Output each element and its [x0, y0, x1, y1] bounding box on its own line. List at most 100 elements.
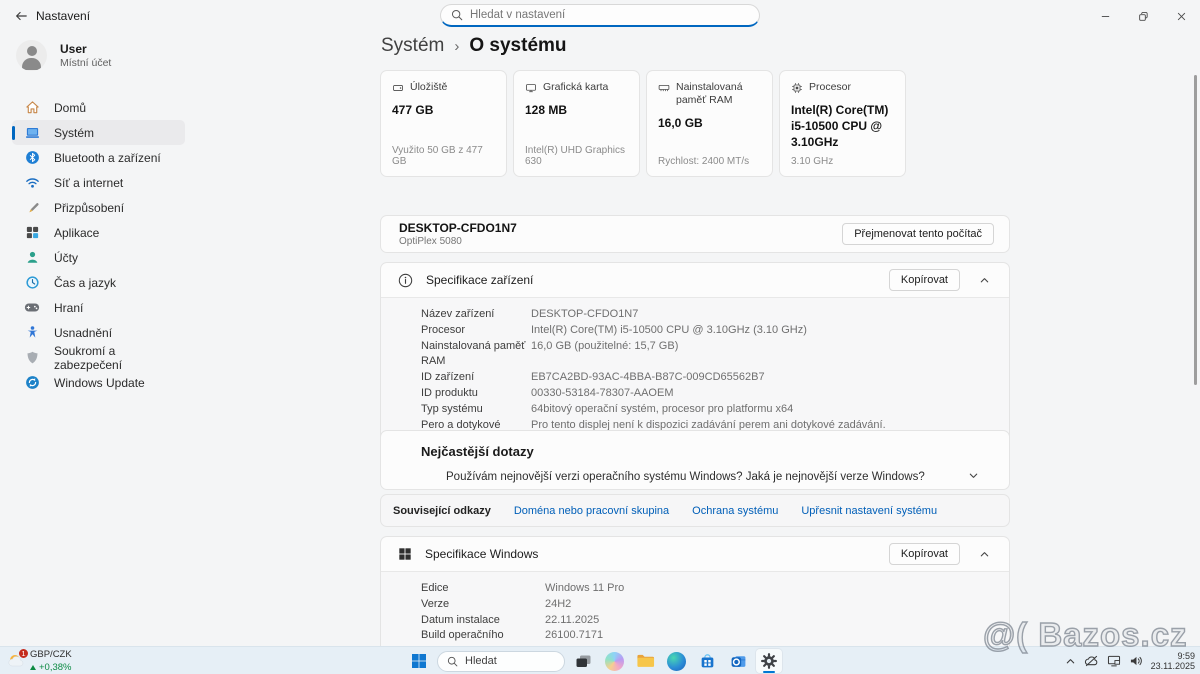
file-explorer-button[interactable]: [632, 649, 658, 673]
taskbar-search[interactable]: Hledat: [437, 651, 565, 672]
scrollbar[interactable]: [1194, 75, 1197, 385]
speaker-icon[interactable]: [1129, 655, 1143, 667]
spec-row: Název zařízeníDESKTOP-CFDO1N7: [381, 307, 1009, 323]
info-icon: [398, 273, 413, 288]
link-advanced-system-settings[interactable]: Upřesnit nastavení systému: [801, 505, 937, 517]
sidebar-item-time-language[interactable]: Čas a jazyk: [0, 270, 185, 295]
taskbar: 1 GBP/CZK +0,38% Hledat: [0, 646, 1200, 674]
card-detail: Využito 50 GB z 477 GB: [392, 145, 495, 167]
minimize-button[interactable]: [1086, 0, 1124, 32]
home-icon: [24, 100, 40, 116]
task-view-button[interactable]: [570, 649, 596, 673]
card-title: Procesor: [809, 81, 851, 94]
hidden-icons-button[interactable]: [1065, 656, 1076, 667]
close-button[interactable]: [1162, 0, 1200, 32]
gpu-card[interactable]: Grafická karta 128 MB Intel(R) UHD Graph…: [513, 70, 640, 177]
chevron-up-icon: [1065, 656, 1076, 667]
store-button[interactable]: [694, 649, 720, 673]
spec-value: 16,0 GB (použitelné: 15,7 GB): [531, 339, 1009, 371]
currency-pair: GBP/CZK: [30, 649, 72, 660]
sidebar-item-accessibility[interactable]: Usnadnění: [0, 320, 185, 345]
sidebar-item-personalization[interactable]: Přizpůsobení: [0, 195, 185, 220]
user-card[interactable]: User Místní účet: [16, 40, 370, 71]
widgets-button[interactable]: 1 GBP/CZK +0,38%: [6, 648, 72, 673]
storage-card[interactable]: Úložiště 477 GB Využito 50 GB z 477 GB: [380, 70, 507, 177]
sidebar-item-bluetooth-devices[interactable]: Bluetooth a zařízení: [0, 145, 185, 170]
windows-specs-header[interactable]: Specifikace Windows Kopírovat: [381, 537, 1009, 571]
titlebar: Nastavení: [0, 0, 1200, 32]
rename-pc-button[interactable]: Přejmenovat tento počítač: [842, 223, 994, 245]
settings-app-button[interactable]: [756, 649, 782, 673]
copy-windows-specs-button[interactable]: Kopírovat: [889, 543, 960, 565]
clock-date: 23.11.2025: [1151, 661, 1195, 672]
settings-search[interactable]: [440, 4, 760, 27]
store-icon: [699, 653, 716, 670]
sidebar-nav: Domů Systém Bluetooth a zařízení Síť a i…: [0, 95, 185, 395]
sidebar-item-privacy-security[interactable]: Soukromí a zabezpečení: [0, 345, 185, 370]
copilot-button[interactable]: [601, 649, 627, 673]
spec-label: ID produktu: [421, 386, 531, 402]
spec-value: 24H2: [545, 597, 1009, 613]
chevron-up-icon[interactable]: [973, 549, 995, 560]
sidebar-item-accounts[interactable]: Účty: [0, 245, 185, 270]
spec-row: Nainstalovaná paměť RAM16,0 GB (použitel…: [381, 339, 1009, 371]
clock[interactable]: 9:59 23.11.2025: [1151, 651, 1195, 672]
spec-label: Název zařízení: [421, 307, 531, 323]
window-controls: [1086, 0, 1200, 32]
spec-row: ID zařízeníEB7CA2BD-93AC-4BBA-B87C-009CD…: [381, 370, 1009, 386]
wifi-icon: [24, 175, 40, 191]
clock-time: 9:59: [1151, 651, 1195, 662]
accessibility-icon: [24, 325, 40, 341]
related-links-label: Související odkazy: [393, 505, 491, 517]
sidebar-item-label: Přizpůsobení: [54, 201, 124, 215]
spec-value: 22.11.2025: [545, 613, 1009, 629]
back-button[interactable]: [10, 6, 32, 26]
copy-device-specs-button[interactable]: Kopírovat: [889, 269, 960, 291]
link-domain-workgroup[interactable]: Doména nebo pracovní skupina: [514, 505, 669, 517]
sidebar-item-windows-update[interactable]: Windows Update: [0, 370, 185, 395]
faq-section: Nejčastější dotazy Používám nejnovější v…: [380, 430, 1010, 490]
link-system-protection[interactable]: Ochrana systému: [692, 505, 778, 517]
up-arrow-icon: [30, 665, 36, 670]
device-name: DESKTOP-CFDO1N7: [399, 221, 517, 235]
faq-question-row[interactable]: Používám nejnovější verzi operačního sys…: [381, 459, 1009, 486]
update-icon: [24, 375, 40, 391]
start-button[interactable]: [406, 649, 432, 673]
windows-start-icon: [411, 653, 427, 669]
device-specs-header[interactable]: Specifikace zařízení Kopírovat: [381, 263, 1009, 297]
sidebar-item-system[interactable]: Systém: [12, 120, 185, 145]
sidebar-item-gaming[interactable]: Hraní: [0, 295, 185, 320]
spec-row: Typ systému64bitový operační systém, pro…: [381, 402, 1009, 418]
weather-widget-icon: 1: [6, 650, 28, 672]
sidebar-item-label: Hraní: [54, 301, 83, 315]
device-model: OptiPlex 5080: [399, 236, 517, 247]
folder-icon: [636, 653, 655, 669]
spec-value: DESKTOP-CFDO1N7: [531, 307, 1009, 323]
edge-button[interactable]: [663, 649, 689, 673]
card-detail: 3.10 GHz: [791, 156, 894, 167]
cpu-card[interactable]: Procesor Intel(R) Core(TM) i5-10500 CPU …: [779, 70, 906, 177]
chevron-up-icon[interactable]: [973, 275, 995, 286]
brush-icon: [24, 200, 40, 216]
gear-icon: [760, 652, 778, 670]
display-connect-icon[interactable]: [1107, 655, 1121, 667]
system-icon: [24, 125, 40, 141]
outlook-icon: [730, 653, 747, 670]
spec-row: ProcesorIntel(R) Core(TM) i5-10500 CPU @…: [381, 323, 1009, 339]
sidebar-item-network-internet[interactable]: Síť a internet: [0, 170, 185, 195]
spec-label: Nainstalovaná paměť RAM: [421, 339, 531, 371]
spec-value: EB7CA2BD-93AC-4BBA-B87C-009CD65562B7: [531, 370, 1009, 386]
sidebar-item-label: Windows Update: [54, 376, 145, 390]
outlook-button[interactable]: [725, 649, 751, 673]
settings-search-input[interactable]: [470, 9, 749, 21]
shield-icon: [24, 350, 40, 366]
sidebar-item-home[interactable]: Domů: [0, 95, 185, 120]
chevron-down-icon[interactable]: [968, 468, 979, 486]
onedrive-status-icon[interactable]: [1084, 655, 1099, 667]
sidebar-item-apps[interactable]: Aplikace: [0, 220, 185, 245]
spec-value: 00330-53184-78307-AAOEM: [531, 386, 1009, 402]
maximize-button[interactable]: [1124, 0, 1162, 32]
breadcrumb-parent[interactable]: Systém: [381, 35, 444, 57]
taskbar-tray: 9:59 23.11.2025: [1065, 647, 1195, 674]
ram-card[interactable]: Nainstalovaná paměť RAM 16,0 GB Rychlost…: [646, 70, 773, 177]
